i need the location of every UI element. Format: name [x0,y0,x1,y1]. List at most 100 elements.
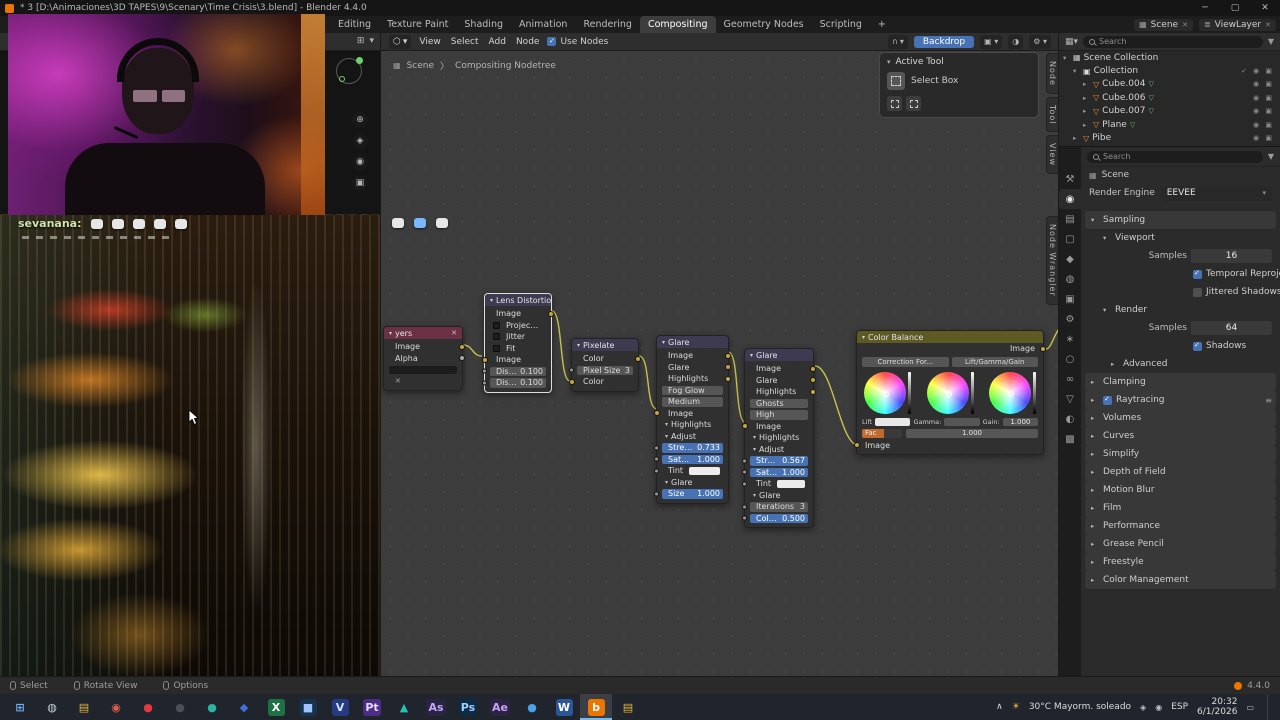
node-row[interactable]: Image [485,308,554,320]
expand-arrow-icon[interactable]: ▾ [1091,216,1099,224]
lift-value-slider[interactable] [908,371,911,414]
node-row[interactable]: Dispersion0.100 [482,377,551,389]
output-socket[interactable] [810,377,816,384]
node-row[interactable]: Image [745,363,816,375]
tool-mode-icon[interactable] [887,96,902,111]
node-row[interactable]: ▾ Adjust [657,431,728,443]
checkbox[interactable] [493,333,500,341]
gamma-value-slider[interactable] [970,371,974,414]
menu-item[interactable]: View [419,37,440,47]
expand-arrow-icon[interactable]: ▸ [1111,360,1119,368]
tab-view[interactable]: View [1046,135,1058,175]
node-row[interactable]: Saturation1.000 [742,467,813,479]
overlay-toggle-icon[interactable]: ◑ [1008,34,1024,49]
input-socket[interactable] [654,445,659,451]
weather-text[interactable]: 30°C Mayorm. soleado [1029,702,1131,712]
node-row[interactable]: Medium [657,396,728,408]
property-row[interactable]: Shadows [1085,337,1276,355]
property-row[interactable]: Temporal Reprojection [1085,265,1280,283]
gain-value-field[interactable]: 1.000 [1002,417,1038,426]
taskbar-app-icon[interactable]: ⊞ [4,694,36,720]
select-box-icon[interactable] [887,72,905,90]
property-row[interactable]: Jittered Shadows [1085,283,1280,301]
navigation-gizmo[interactable] [336,57,363,84]
value-field[interactable]: 64 [1191,321,1272,335]
input-socket[interactable] [654,456,659,462]
taskbar-app-icon[interactable]: ◆ [228,694,260,720]
remove-viewlayer-icon[interactable]: ✕ [1265,21,1271,29]
checkbox[interactable] [493,321,500,329]
show-desktop-button[interactable] [1267,694,1270,720]
tab-node-wrangler[interactable]: Node Wrangler [1046,216,1058,306]
network-icon[interactable]: ◈ [1140,703,1146,712]
workspace-tab[interactable]: Geometry Nodes [716,16,812,33]
property-row[interactable]: ▸ Film [1085,499,1276,517]
camera-view-icon[interactable]: ◉ [352,154,368,170]
node-row[interactable]: Tint [654,465,728,477]
node-row[interactable]: Ghosts [745,398,813,410]
expand-arrow-icon[interactable]: ▸ [1091,450,1099,458]
language-indicator[interactable]: ESP [1171,702,1188,712]
lift-color-field[interactable] [875,417,911,426]
node-row[interactable]: Jitter [485,331,551,343]
properties-tab-icon[interactable]: ◉ [1059,189,1081,209]
property-row[interactable]: ▸ Raytracing ≡ [1085,391,1276,409]
node-row[interactable]: Image [384,341,465,353]
color-swatch[interactable] [689,466,720,475]
property-row[interactable]: Samples 64 [1085,319,1276,337]
outliner-row[interactable]: ▸ ▽ Cube.004 ▽ ◉ ▣ [1059,78,1280,91]
taskbar-app-icon[interactable]: b [580,694,612,720]
expand-arrow-icon[interactable]: ▸ [1091,486,1099,494]
image-dropdown-icon[interactable]: ▣ ▾ [980,34,1003,49]
output-socket[interactable] [725,364,731,371]
input-socket[interactable] [742,458,747,464]
checkbox[interactable] [1193,341,1202,351]
properties-tab-icon[interactable]: ◍ [1059,269,1081,289]
properties-tab-icon[interactable]: ▣ [1059,289,1081,309]
properties-tab-icon[interactable]: ◐ [1059,409,1081,429]
property-row[interactable]: Samples 16 [1085,247,1276,265]
workspace-tab[interactable]: Editing [330,16,379,33]
node-header[interactable]: ▾ Color Balance [857,331,1043,343]
expand-arrow-icon[interactable]: ▾ [1063,54,1070,62]
property-row[interactable]: ▾ Sampling [1085,211,1276,229]
node-render-layers[interactable]: ▾ yers ✕ Image Alpha ✕ [383,326,465,391]
node-row[interactable]: Color [569,376,638,388]
property-row[interactable]: ▸ Color Management [1085,571,1276,589]
node-row[interactable]: Glare [657,362,731,374]
taskbar-app-icon[interactable]: ▤ [68,694,100,720]
gain-color-wheel[interactable] [989,371,1031,414]
node-row[interactable]: Image [857,343,1046,355]
property-row[interactable]: ▸ Freestyle [1085,553,1276,571]
output-socket[interactable] [810,365,816,372]
zoom-icon[interactable]: ⊕ [352,112,368,128]
input-socket[interactable] [569,367,574,373]
expand-arrow-icon[interactable]: ▾ [1103,306,1111,314]
outliner-row[interactable]: ▸ ▽ Plane ▽ ◉ ▣ [1059,118,1280,131]
gamma-color-field[interactable] [944,417,980,426]
expand-arrow-icon[interactable]: ▸ [1091,522,1099,530]
node-row[interactable]: ▾ Highlights [745,432,813,444]
snap-icon[interactable]: ∩ ▾ [887,34,908,49]
panel-menu-icon[interactable]: ≡ [1265,396,1272,405]
node-row[interactable]: Saturation1.000 [654,454,728,466]
taskbar-app-icon[interactable]: Ae [484,694,516,720]
viewport-header-dropdown-icon[interactable]: ▾ [369,36,374,46]
fac-slider[interactable]: Fac [862,428,902,438]
node-row[interactable]: Color [572,353,641,365]
node-glare-1[interactable]: ▾ Glare Image Glare Highlights Fog Glow … [654,335,731,504]
taskbar-app-icon[interactable]: ▤ [612,694,644,720]
workspace-tab[interactable]: Rendering [575,16,640,33]
node-row[interactable]: Image [854,440,1043,452]
taskbar-app-icon[interactable]: ◉ [100,694,132,720]
expand-arrow-icon[interactable]: ▸ [1091,558,1099,566]
output-socket[interactable] [635,355,641,362]
pan-icon[interactable]: ◈ [352,133,368,149]
taskbar-app-icon[interactable]: ● [196,694,228,720]
taskbar-app-icon[interactable]: X [260,694,292,720]
correction-formula-dropdown[interactable]: Correction For... [862,356,949,367]
taskbar-app-icon[interactable]: As [420,694,452,720]
node-row[interactable]: Image [742,421,813,433]
viewport-header-icon[interactable]: ⊞ [357,36,365,46]
use-nodes-checkbox[interactable]: ✓ Use Nodes [547,37,608,47]
